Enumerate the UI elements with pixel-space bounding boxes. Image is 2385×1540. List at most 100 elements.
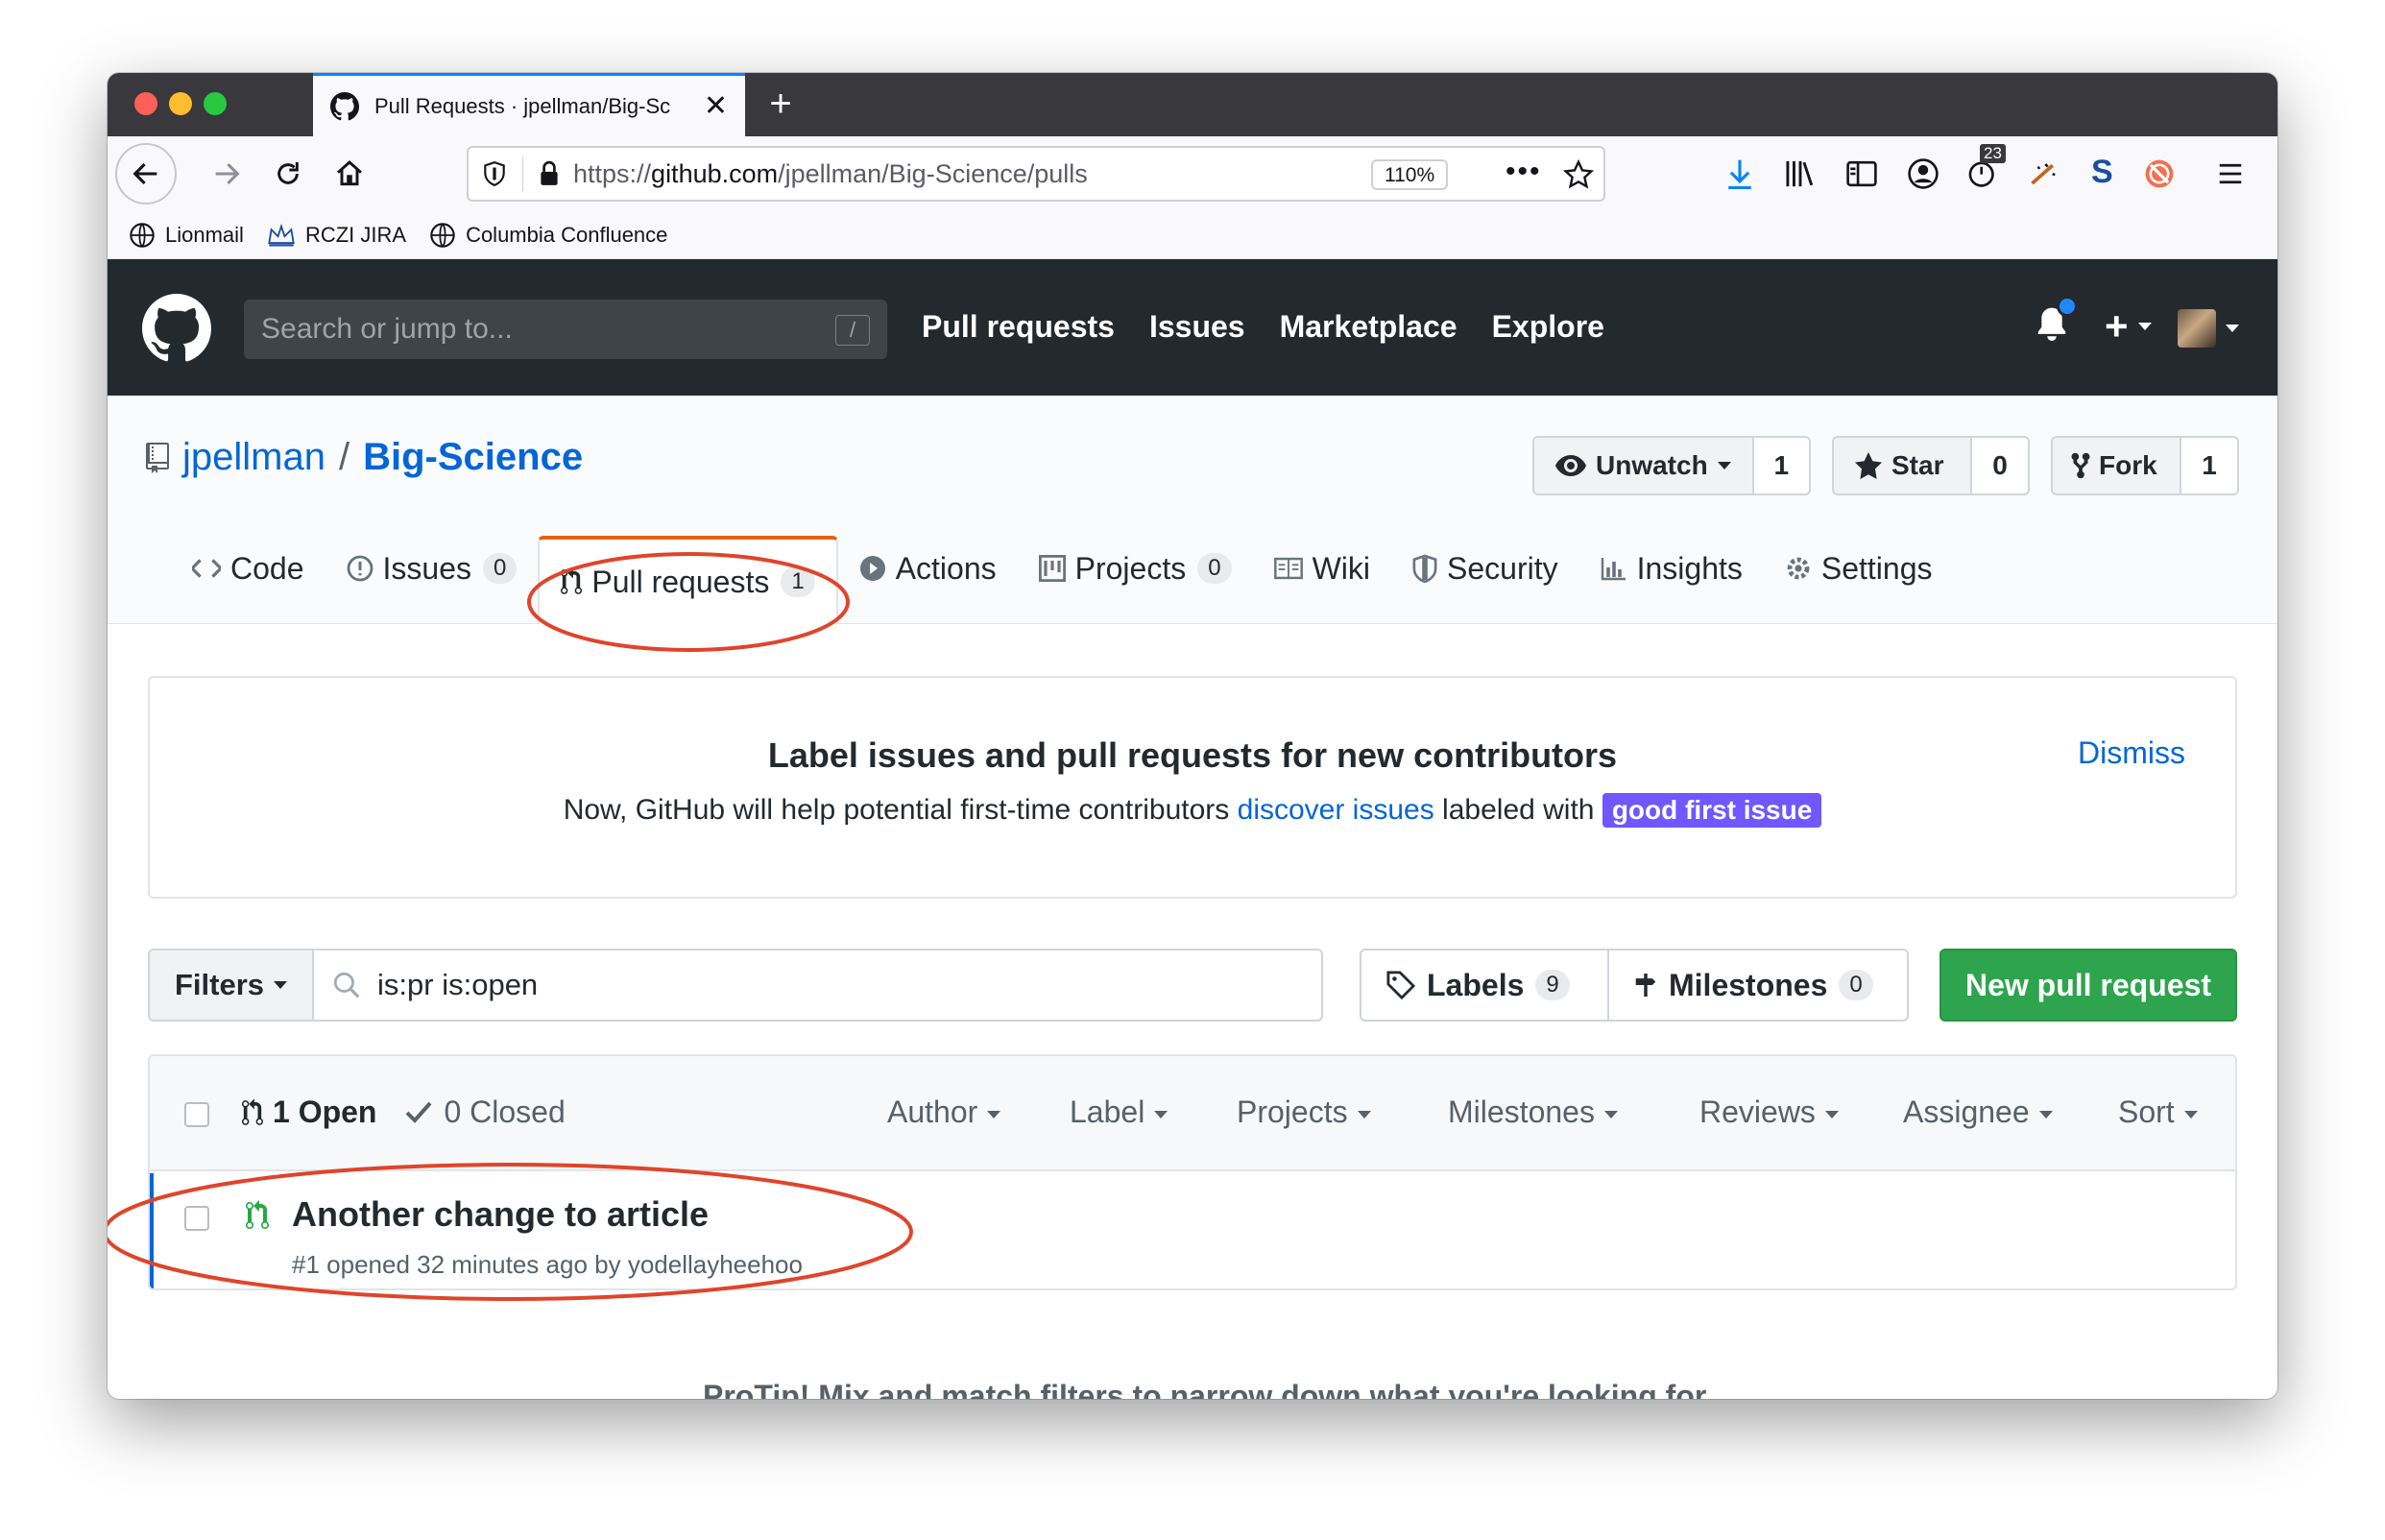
tab-label: Actions bbox=[895, 550, 997, 586]
plus-icon: + bbox=[2105, 303, 2129, 349]
bookmark-rczi-jira[interactable]: RCZI JIRA bbox=[267, 223, 406, 248]
column-label: Author bbox=[887, 1095, 978, 1129]
book-icon bbox=[1273, 557, 1303, 580]
dismiss-button[interactable]: Dismiss bbox=[2078, 735, 2185, 771]
zoom-indicator[interactable]: 110% bbox=[1371, 159, 1449, 190]
forks-count[interactable]: 1 bbox=[2181, 438, 2237, 493]
bookmark-star-icon[interactable] bbox=[1563, 159, 1594, 190]
nav-marketplace[interactable]: Marketplace bbox=[1280, 309, 1458, 345]
forward-button[interactable] bbox=[198, 145, 255, 203]
tab-wiki[interactable]: Wiki bbox=[1253, 513, 1391, 624]
tag-icon bbox=[1386, 971, 1415, 999]
discover-issues-link[interactable]: discover issues bbox=[1238, 794, 1434, 826]
new-tab-button[interactable]: + bbox=[757, 83, 805, 126]
extension-s-icon[interactable]: S bbox=[2091, 154, 2113, 191]
table-row[interactable]: Another change to article #1 opened 32 m… bbox=[150, 1173, 2235, 1288]
tab-code[interactable]: Code bbox=[171, 513, 325, 624]
select-all-checkbox[interactable] bbox=[184, 1102, 209, 1127]
labels-button[interactable]: Labels 9 bbox=[1361, 950, 1607, 1020]
bookmark-columbia-confluence[interactable]: Columbia Confluence bbox=[429, 222, 667, 249]
home-icon bbox=[337, 160, 362, 186]
tab-projects[interactable]: Projects 0 bbox=[1018, 513, 1253, 624]
browser-tab-active[interactable]: Pull Requests · jpellman/Big-Sc ✕ bbox=[313, 73, 745, 136]
git-pull-request-open-icon bbox=[246, 1200, 269, 1229]
closed-filter[interactable]: 0 Closed bbox=[444, 1095, 565, 1130]
bookmark-label: RCZI JIRA bbox=[304, 222, 407, 247]
github-header: Search or jump to... / Pull requests Iss… bbox=[108, 259, 2277, 396]
new-pull-request-button[interactable]: New pull request bbox=[1939, 949, 2237, 1022]
tab-pull-requests[interactable]: Pull requests 1 bbox=[538, 536, 838, 624]
milestones-filter[interactable]: Milestones bbox=[1448, 1095, 1618, 1130]
bookmark-lionmail[interactable]: Lionmail bbox=[129, 222, 244, 249]
star-button-group: Star 0 bbox=[1832, 436, 2030, 495]
tab-settings[interactable]: Settings bbox=[1764, 513, 1954, 624]
nav-issues[interactable]: Issues bbox=[1149, 309, 1245, 345]
nav-explore[interactable]: Explore bbox=[1492, 309, 1604, 345]
globe-icon bbox=[130, 222, 155, 248]
unwatch-button[interactable]: Unwatch bbox=[1534, 438, 1754, 493]
open-filter[interactable]: 1 Open bbox=[273, 1095, 376, 1130]
lock-icon[interactable] bbox=[539, 160, 560, 187]
repo-owner-link[interactable]: jpellman bbox=[182, 436, 325, 479]
tab-issues[interactable]: Issues 0 bbox=[325, 513, 539, 624]
stars-count[interactable]: 0 bbox=[1972, 438, 2028, 493]
pr-title-link[interactable]: Another change to article bbox=[292, 1194, 709, 1235]
search-shortcut-key: / bbox=[835, 315, 870, 346]
chevron-down-icon bbox=[2226, 325, 2239, 332]
back-button[interactable] bbox=[115, 143, 177, 205]
menu-icon[interactable] bbox=[2216, 159, 2245, 188]
assignee-filter[interactable]: Assignee bbox=[1903, 1095, 2053, 1130]
user-menu-button[interactable] bbox=[2178, 309, 2239, 348]
fork-button[interactable]: Fork bbox=[2053, 438, 2181, 493]
nav-pull-requests[interactable]: Pull requests bbox=[922, 309, 1115, 345]
minimize-window-button[interactable] bbox=[169, 92, 192, 115]
address-bar[interactable]: https://github.com/jpellman/Big-Science/… bbox=[467, 146, 1605, 202]
page-actions-icon[interactable]: ••• bbox=[1506, 156, 1542, 188]
github-logo-icon[interactable] bbox=[142, 294, 211, 363]
close-tab-icon[interactable]: ✕ bbox=[704, 89, 728, 123]
home-button[interactable] bbox=[321, 145, 378, 203]
repo-name-link[interactable]: Big-Science bbox=[363, 436, 583, 479]
download-icon[interactable] bbox=[1724, 157, 1755, 190]
url-domain: github.com bbox=[651, 158, 779, 188]
star-button[interactable]: Star bbox=[1834, 438, 1972, 493]
extension-wand-icon[interactable] bbox=[2028, 159, 2060, 188]
search-placeholder: Search or jump to... bbox=[261, 313, 513, 345]
projects-filter[interactable]: Projects bbox=[1237, 1095, 1371, 1130]
tab-counter: 0 bbox=[482, 553, 518, 584]
banner-title: Label issues and pull requests for new c… bbox=[767, 735, 1618, 775]
issue-opened-icon bbox=[347, 555, 373, 582]
tab-title: Pull Requests · jpellman/Big-Sc bbox=[374, 93, 671, 118]
row-checkbox[interactable] bbox=[184, 1206, 209, 1231]
library-icon[interactable] bbox=[1784, 157, 1817, 190]
github-search-input[interactable]: Search or jump to... / bbox=[244, 300, 887, 359]
zoom-window-button[interactable] bbox=[204, 92, 227, 115]
sidebar-icon[interactable] bbox=[1845, 157, 1878, 190]
watchers-count[interactable]: 1 bbox=[1754, 438, 1809, 493]
filters-dropdown[interactable]: Filters bbox=[150, 950, 315, 1020]
blocker-icon[interactable] bbox=[2143, 157, 2176, 190]
shield-icon[interactable] bbox=[482, 160, 507, 187]
project-icon bbox=[1038, 555, 1066, 582]
extension-timer-button[interactable]: 23 bbox=[1966, 144, 2006, 194]
reload-button[interactable] bbox=[259, 145, 317, 203]
tab-actions[interactable]: Actions bbox=[838, 513, 1018, 624]
create-new-button[interactable]: + bbox=[2105, 303, 2152, 349]
tab-insights[interactable]: Insights bbox=[1579, 513, 1764, 624]
url-text[interactable]: https://github.com/jpellman/Big-Science/… bbox=[573, 159, 1088, 189]
tab-label: Settings bbox=[1820, 550, 1933, 586]
chevron-down-icon bbox=[2137, 323, 2152, 330]
pr-search-input[interactable]: is:pr is:open bbox=[314, 950, 538, 1020]
divider bbox=[522, 156, 523, 191]
tab-security[interactable]: Security bbox=[1391, 513, 1579, 624]
tab-label: Insights bbox=[1636, 550, 1743, 586]
reviews-filter[interactable]: Reviews bbox=[1699, 1095, 1839, 1130]
sort-dropdown[interactable]: Sort bbox=[2118, 1095, 2198, 1130]
notifications-button[interactable] bbox=[2034, 296, 2080, 355]
author-filter[interactable]: Author bbox=[887, 1095, 1001, 1130]
account-icon[interactable] bbox=[1907, 157, 1939, 190]
close-window-button[interactable] bbox=[134, 92, 157, 115]
milestones-button[interactable]: Milestones 0 bbox=[1607, 950, 1907, 1020]
label-filter[interactable]: Label bbox=[1070, 1095, 1168, 1130]
good-first-issue-label[interactable]: good first issue bbox=[1602, 793, 1822, 828]
